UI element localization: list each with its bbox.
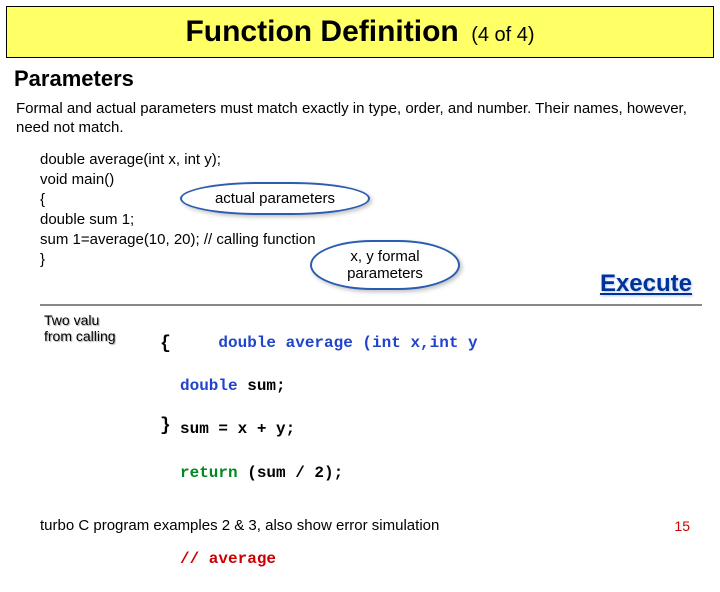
code-line: void main() [40,170,114,190]
title-band: Function Definition (4 of 4) [6,6,714,58]
code-assign: sum = x + y; [180,420,295,438]
close-brace: } [160,416,171,436]
code-line: double average(int x, int y); [40,150,221,170]
faint-caption-line1: Two valu [44,312,99,328]
page-number: 15 [674,518,690,534]
execute-link[interactable]: Execute [600,270,692,298]
title-sub: (4 of 4) [471,24,534,46]
code-return-rest: (sum / 2); [238,464,344,482]
code-line: } [40,250,45,270]
code-line: sum 1=average(10, 20); // calling functi… [40,230,316,250]
callout-formal-parameters: x, y formal parameters [310,240,460,291]
section-band: Parameters [6,62,714,96]
code-signature: double average (int x,int y [218,334,477,352]
code-line: { [40,190,45,210]
section-heading: Parameters [14,66,706,92]
code-comment: // average [180,550,276,568]
faint-caption: Two valu from calling [44,312,116,346]
faint-caption-line2: from calling [44,328,116,344]
callout-actual-parameters: actual parameters [180,182,370,215]
code-keyword: double [180,377,238,395]
title-main: Function Definition [185,15,458,48]
cpp-code-block: double average (int x,int y double sum; … [180,312,478,592]
explanation-text: Formal and actual parameters must match … [16,100,704,138]
code-sample-area: double average(int x, int y); void main(… [40,150,702,300]
code-line: double sum 1; [40,210,134,230]
code-return-kw: return [180,464,238,482]
open-brace: { [160,334,171,354]
code-image-area: Two valu from calling double average (in… [40,304,702,474]
explanation-band: Formal and actual parameters must match … [6,96,714,146]
footer-note: turbo C program examples 2 & 3, also sho… [40,517,439,534]
code-text: sum; [238,377,286,395]
